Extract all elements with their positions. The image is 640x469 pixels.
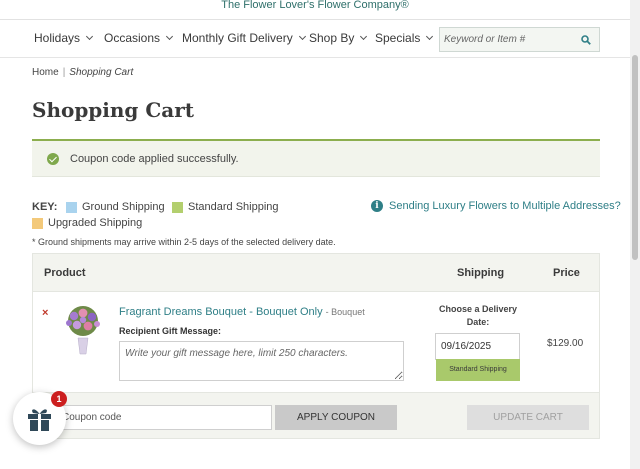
gift-icon xyxy=(28,409,51,431)
ground-swatch xyxy=(66,201,77,213)
key-item-label: Ground Shipping xyxy=(82,201,165,213)
product-type: - Bouquet xyxy=(325,307,365,317)
nav-item-label: Shop By xyxy=(309,31,355,45)
check-circle-icon xyxy=(47,153,59,165)
header-price: Price xyxy=(553,267,580,279)
nav-item-label: Specials xyxy=(375,31,421,45)
gift-message-label: Recipient Gift Message: xyxy=(119,326,222,336)
luxury-multiple-addresses-link[interactable]: i Sending Luxury Flowers to Multiple Addr… xyxy=(371,200,621,212)
coupon-success-notice: Coupon code applied successfully. xyxy=(32,141,600,177)
product-thumbnail[interactable] xyxy=(61,304,105,356)
info-icon: i xyxy=(371,200,383,212)
shipping-key-label: KEY: xyxy=(32,201,57,213)
coupon-code-input[interactable] xyxy=(33,405,272,430)
breadcrumb: Home | Shopping Cart xyxy=(32,67,133,78)
chevron-down-icon xyxy=(426,32,434,41)
breadcrumb-home[interactable]: Home xyxy=(32,67,59,78)
search-icon[interactable] xyxy=(581,35,591,45)
breadcrumb-current: Shopping Cart xyxy=(69,67,134,78)
nav-divider xyxy=(0,57,630,58)
product-name-link[interactable]: Fragrant Dreams Bouquet - Bouquet Only xyxy=(119,306,323,318)
search-input[interactable] xyxy=(444,31,574,48)
update-cart-button[interactable]: UPDATE CART xyxy=(467,405,589,430)
cart-table: Product Shipping Price × Fragrant Dreams… xyxy=(32,253,600,439)
notice-text: Coupon code applied successfully. xyxy=(70,153,239,165)
nav-item-label: Occasions xyxy=(104,31,161,45)
chevron-down-icon xyxy=(85,32,94,41)
brand-tagline[interactable]: The Flower Lover's Flower Company® xyxy=(0,0,630,12)
page-title: Shopping Cart xyxy=(32,98,195,122)
nav-item-shop-by[interactable]: Shop By xyxy=(309,31,368,45)
header-shipping: Shipping xyxy=(457,267,505,279)
nav-item-holidays[interactable]: Holidays xyxy=(34,31,94,45)
page-scrollbar[interactable] xyxy=(630,0,640,469)
key-item-ground: Ground Shipping xyxy=(66,201,165,213)
chevron-down-icon xyxy=(298,32,306,41)
nav-item-occasions[interactable]: Occasions xyxy=(104,31,174,45)
nav-item-label: Holidays xyxy=(34,31,81,45)
cart-table-header: Product Shipping Price xyxy=(33,254,599,292)
key-item-label: Standard Shipping xyxy=(188,201,279,213)
apply-coupon-button[interactable]: APPLY COUPON xyxy=(275,405,397,430)
ground-shipping-note: * Ground shipments may arrive within 2-5… xyxy=(32,237,336,247)
main-nav: Holidays Occasions Monthly Gift Delivery… xyxy=(0,20,630,58)
delivery-date-label: Choose a Delivery Date: xyxy=(438,304,518,327)
item-price: $129.00 xyxy=(547,338,584,349)
delivery-date-input[interactable] xyxy=(435,333,520,360)
key-item-upgraded: Upgraded Shipping xyxy=(32,217,142,229)
shipping-method-badge: Standard Shipping xyxy=(436,359,520,381)
breadcrumb-separator: | xyxy=(62,67,66,78)
remove-item-icon[interactable]: × xyxy=(42,307,48,319)
cart-actions: APPLY COUPON UPDATE CART xyxy=(33,392,599,438)
nav-item-specials[interactable]: Specials xyxy=(375,31,434,45)
key-label: KEY: xyxy=(32,201,58,213)
chevron-down-icon xyxy=(360,32,368,41)
header-product: Product xyxy=(44,267,86,279)
upgraded-swatch xyxy=(32,217,43,229)
luxury-link-text: Sending Luxury Flowers to Multiple Addre… xyxy=(389,200,621,212)
key-item-label: Upgraded Shipping xyxy=(48,217,143,229)
nav-item-label: Monthly Gift Delivery xyxy=(182,31,293,45)
search-box xyxy=(439,27,600,52)
standard-swatch xyxy=(172,201,183,213)
notification-badge: 1 xyxy=(51,391,67,407)
key-item-standard: Standard Shipping xyxy=(172,201,279,213)
chevron-down-icon xyxy=(165,32,174,41)
product-name-line: Fragrant Dreams Bouquet - Bouquet Only -… xyxy=(119,306,365,318)
gift-message-field[interactable] xyxy=(119,341,404,381)
nav-item-monthly-gift-delivery[interactable]: Monthly Gift Delivery xyxy=(182,31,306,45)
scrollbar-thumb[interactable] xyxy=(632,55,638,260)
